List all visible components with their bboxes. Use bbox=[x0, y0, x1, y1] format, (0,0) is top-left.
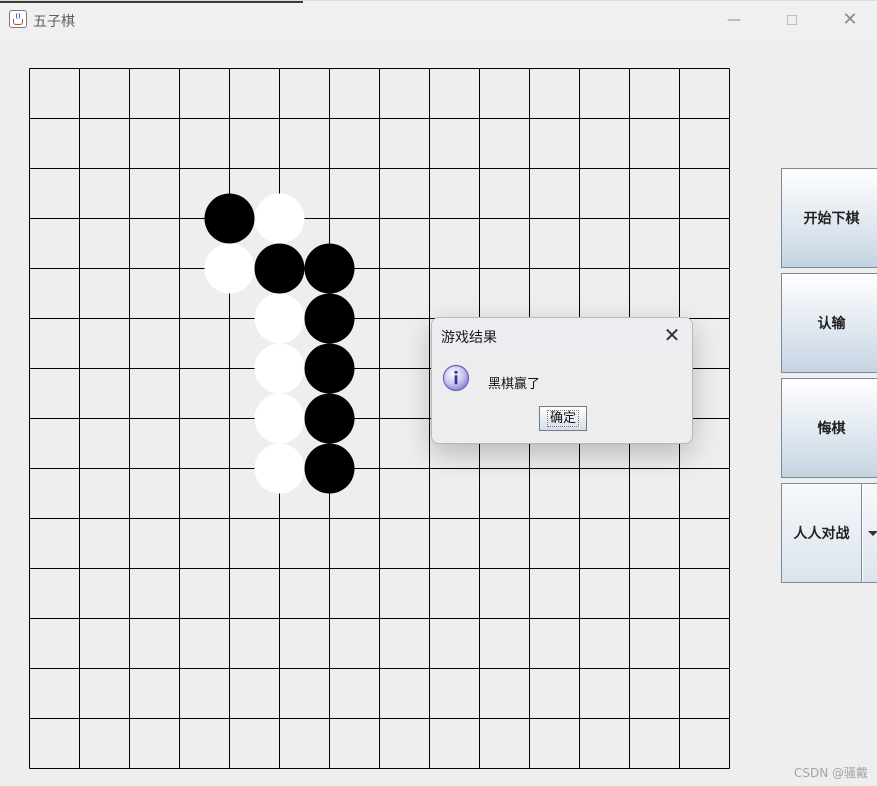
start-game-button[interactable]: 开始下棋 bbox=[781, 168, 877, 268]
maximize-icon bbox=[787, 15, 797, 25]
ok-button-label: 确定 bbox=[546, 410, 579, 427]
dialog-title: 游戏结果 bbox=[441, 330, 497, 346]
dialog-message: 黑棋赢了 bbox=[488, 377, 541, 392]
undo-button[interactable]: 悔棋 bbox=[781, 378, 877, 478]
dialog-close-button[interactable]: ✕ bbox=[660, 323, 684, 347]
white-stone bbox=[254, 443, 305, 494]
close-window-button[interactable]: ✕ bbox=[840, 10, 860, 30]
maximize-button[interactable] bbox=[782, 10, 802, 30]
game-window: 五子棋 — ✕ 开始下棋 认输 悔棋 人人对战 游戏结果 ✕ 黑棋赢了 确定 C… bbox=[0, 0, 877, 786]
black-stone bbox=[204, 193, 255, 244]
game-mode-value: 人人对战 bbox=[782, 484, 862, 582]
white-stone bbox=[254, 343, 305, 394]
black-stone bbox=[304, 293, 355, 344]
chevron-down-icon[interactable] bbox=[863, 484, 877, 582]
watermark: CSDN @骚戴 bbox=[794, 766, 869, 780]
white-stone bbox=[254, 293, 305, 344]
black-stone bbox=[304, 343, 355, 394]
black-stone bbox=[304, 243, 355, 294]
ok-button[interactable]: 确定 bbox=[539, 406, 587, 431]
white-stone bbox=[254, 393, 305, 444]
game-result-dialog: 游戏结果 ✕ 黑棋赢了 确定 bbox=[431, 317, 693, 444]
black-stone bbox=[304, 393, 355, 444]
resign-button[interactable]: 认输 bbox=[781, 273, 877, 373]
black-stone bbox=[304, 443, 355, 494]
game-mode-select[interactable]: 人人对战 bbox=[781, 483, 877, 583]
white-stone bbox=[204, 243, 255, 294]
info-icon bbox=[442, 364, 470, 392]
dialog-header: 游戏结果 ✕ bbox=[432, 318, 692, 353]
board-stones bbox=[204, 193, 355, 494]
white-stone bbox=[254, 193, 305, 244]
black-stone bbox=[254, 243, 305, 294]
